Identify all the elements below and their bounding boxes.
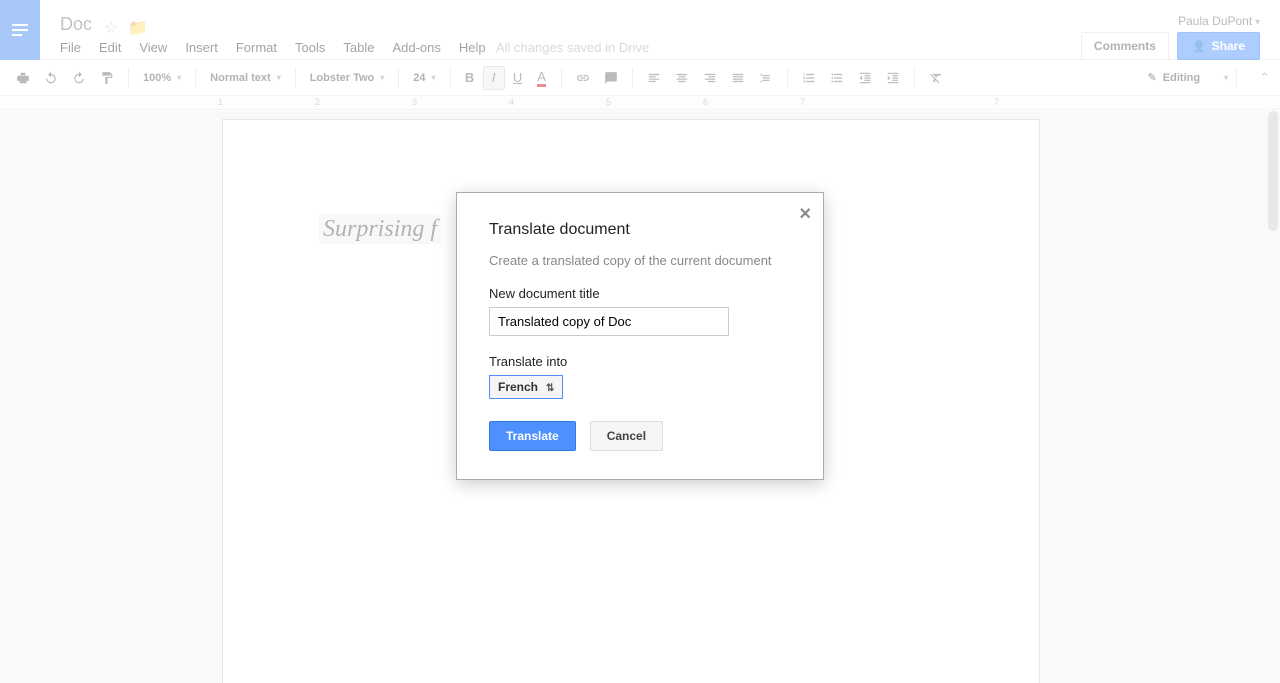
- undo-icon[interactable]: [38, 66, 64, 90]
- dialog-title: Translate document: [489, 221, 791, 239]
- menu-addons[interactable]: Add-ons: [392, 40, 440, 55]
- redo-icon[interactable]: [66, 66, 92, 90]
- size-select[interactable]: 24: [407, 72, 441, 84]
- document-content[interactable]: Surprising f: [319, 214, 441, 244]
- dialog-subtitle: Create a translated copy of the current …: [489, 253, 791, 268]
- language-select[interactable]: French: [489, 375, 563, 399]
- zoom-select[interactable]: 100%: [137, 72, 187, 84]
- print-icon[interactable]: [10, 66, 36, 90]
- line-spacing-icon[interactable]: [753, 66, 779, 90]
- align-left-icon[interactable]: [641, 66, 667, 90]
- font-select[interactable]: Lobster Two: [304, 72, 391, 84]
- title-label: New document title: [489, 286, 791, 301]
- align-center-icon[interactable]: [669, 66, 695, 90]
- doc-title[interactable]: Doc: [60, 14, 92, 35]
- menu-help[interactable]: Help: [459, 40, 486, 55]
- bold-icon[interactable]: B: [459, 66, 481, 90]
- close-icon[interactable]: ×: [799, 203, 811, 226]
- menu-view[interactable]: View: [139, 40, 167, 55]
- numbered-list-icon[interactable]: [796, 66, 822, 90]
- title-input[interactable]: [489, 307, 729, 336]
- underline-icon[interactable]: U: [507, 66, 529, 90]
- save-status: All changes saved in Drive: [496, 40, 649, 55]
- link-icon[interactable]: [570, 66, 596, 90]
- folder-icon[interactable]: 📁: [128, 18, 148, 38]
- menu-file[interactable]: File: [60, 40, 81, 55]
- cancel-button[interactable]: Cancel: [590, 421, 663, 451]
- toolbar: 100% Normal text Lobster Two 24 B I U A …: [0, 60, 1280, 96]
- menu-bar: File Edit View Insert Format Tools Table…: [60, 40, 486, 55]
- translate-button[interactable]: Translate: [489, 421, 576, 451]
- comment-icon[interactable]: [598, 66, 624, 90]
- clear-formatting-icon[interactable]: [923, 66, 949, 90]
- menu-table[interactable]: Table: [343, 40, 374, 55]
- comments-button[interactable]: Comments: [1081, 32, 1169, 60]
- editing-mode[interactable]: Editing: [1148, 71, 1229, 84]
- text-color-icon[interactable]: A: [531, 66, 553, 90]
- menu-insert[interactable]: Insert: [185, 40, 218, 55]
- translate-dialog: × Translate document Create a translated…: [456, 192, 824, 480]
- italic-icon[interactable]: I: [483, 66, 505, 90]
- decrease-indent-icon[interactable]: [852, 66, 878, 90]
- paint-format-icon[interactable]: [94, 66, 120, 90]
- align-justify-icon[interactable]: [725, 66, 751, 90]
- user-name[interactable]: Paula DuPont: [1178, 14, 1260, 28]
- header: Doc ☆ 📁 File Edit View Insert Format Too…: [0, 0, 1280, 60]
- bulleted-list-icon[interactable]: [824, 66, 850, 90]
- menu-edit[interactable]: Edit: [99, 40, 121, 55]
- collapse-toolbar-icon[interactable]: ⌃: [1259, 70, 1270, 86]
- language-label: Translate into: [489, 354, 791, 369]
- style-select[interactable]: Normal text: [204, 72, 287, 84]
- increase-indent-icon[interactable]: [880, 66, 906, 90]
- star-icon[interactable]: ☆: [104, 18, 118, 38]
- menu-tools[interactable]: Tools: [295, 40, 325, 55]
- docs-logo[interactable]: [0, 0, 40, 60]
- menu-format[interactable]: Format: [236, 40, 277, 55]
- share-button[interactable]: Share: [1177, 32, 1260, 60]
- align-right-icon[interactable]: [697, 66, 723, 90]
- scrollbar[interactable]: [1268, 111, 1278, 231]
- ruler: 1 2 3 4 5 6 7 7: [0, 96, 1280, 110]
